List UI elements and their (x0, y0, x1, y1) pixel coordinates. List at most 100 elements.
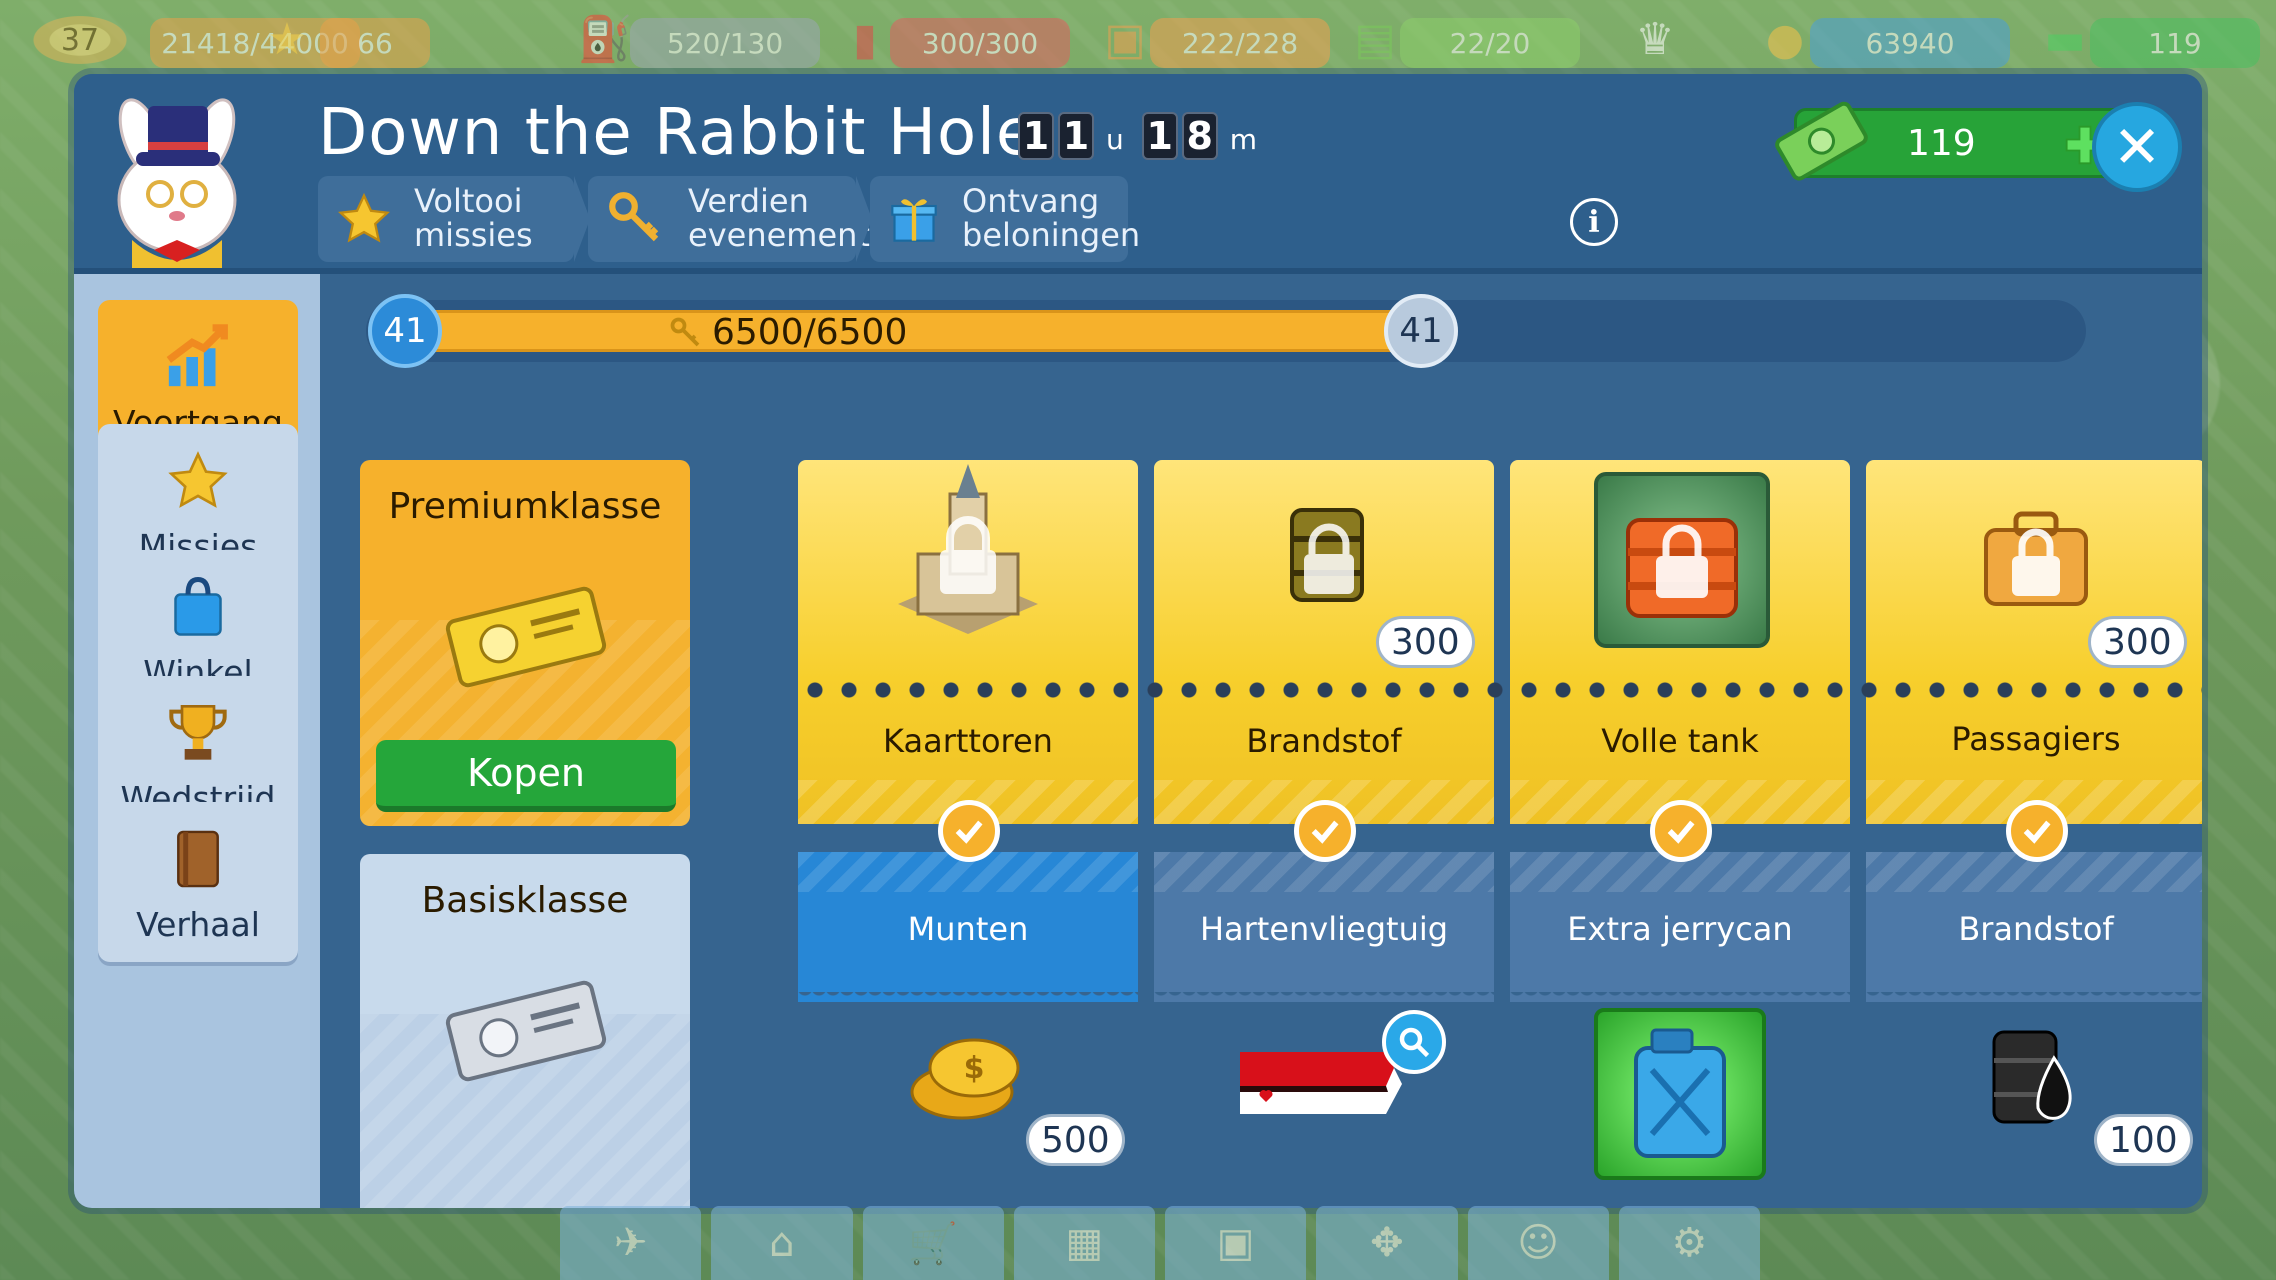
premium-reward-amount: 300 (1376, 616, 1475, 668)
basic-reward-tile[interactable]: Brandstof (1866, 852, 2202, 1002)
fuel-counter: 520/130 (630, 18, 820, 68)
stars-value: 66 (357, 26, 393, 60)
oil-drop-icon (1992, 1030, 2072, 1124)
key-icon (670, 317, 700, 346)
claimed-check-icon (938, 800, 1000, 862)
tab-earn-currency[interactable]: Verdien evenementvaluta (588, 176, 970, 262)
basic-reward-label: Brandstof (1958, 910, 2114, 948)
star-icon: ★ (267, 13, 307, 65)
buy-button[interactable]: Kopen (376, 740, 676, 812)
current-level-badge: 41 (368, 294, 442, 368)
basic-reward-tile[interactable]: Hartenvliegtuig (1154, 852, 1494, 1002)
premium-reward-tile[interactable]: 300 Passagiers (1866, 460, 2202, 824)
cash-value: 119 (1907, 122, 1976, 164)
tab-label: Ontvang beloningen (962, 182, 1141, 254)
progress-value: 6500/6500 (712, 312, 908, 353)
jerrycan-value: 300/300 (921, 26, 1039, 60)
dock-move-icon[interactable]: ✥ (1316, 1206, 1458, 1280)
timer-digit: 1 (1018, 112, 1054, 160)
trophy-icon (158, 693, 238, 773)
basic-reward-label: Munten (907, 910, 1029, 948)
nav-story[interactable]: Verhaal (98, 802, 298, 962)
control-tower-icon (898, 464, 1038, 634)
premium-title: Premiumklasse (388, 486, 662, 527)
basic-title: Basisklasse (421, 880, 629, 921)
crown-icon[interactable]: ♛ (1620, 4, 1690, 74)
claimed-check-icon (2006, 800, 2068, 862)
key-icon (606, 187, 666, 251)
info-icon[interactable]: i (1570, 198, 1618, 246)
gift-icon (888, 187, 940, 251)
nav-label: Verhaal (136, 905, 260, 944)
timer-digit: 1 (1141, 112, 1178, 160)
cargo-counter: 222/228 (1150, 18, 1330, 68)
claimed-check-icon (1294, 800, 1356, 862)
reward-column: 300 Passagiers Brandstof 100 (1866, 460, 2202, 1180)
cargo-value: 222/228 (1181, 26, 1299, 60)
timer-digit: 8 (1181, 112, 1218, 160)
stars-counter: 66 (320, 18, 430, 68)
tab-label-line1: Verdien (688, 182, 809, 221)
tab-receive-rewards[interactable]: Ontvang beloningen (870, 176, 1140, 262)
side-navigation: Voortgang Missies Winkel Wedstrijd Verha… (74, 274, 320, 1208)
level-value: 37 (60, 22, 100, 58)
premium-reward-label: Passagiers (1951, 720, 2121, 758)
dock-staff-icon[interactable]: ☺ (1467, 1206, 1609, 1280)
dock-crate-icon[interactable]: ▦ (1013, 1206, 1155, 1280)
event-steps: Voltooi missies Verdien evenementvaluta … (318, 176, 1140, 262)
magnifier-icon[interactable] (1382, 1010, 1446, 1074)
rabbit-mascot-icon (117, 98, 237, 270)
premium-reward-amount: 300 (2088, 616, 2187, 668)
event-title: Down the Rabbit Hole (318, 96, 1037, 170)
tab-complete-missions[interactable]: Voltooi missies (318, 176, 590, 262)
premium-reward-label: Volle tank (1601, 722, 1759, 760)
tab-label: Voltooi missies (414, 182, 533, 254)
basic-reward-amount: 100 (2094, 1114, 2193, 1166)
dock-settings-icon[interactable]: ⚙ (1618, 1206, 1760, 1280)
event-cash-counter[interactable]: 119 (1775, 101, 2124, 181)
cash-counter[interactable]: 119 (2090, 18, 2260, 68)
svg-text:$: $ (964, 1051, 985, 1086)
passenger-counter: 22/20 (1400, 18, 1580, 68)
event-timer: 1 1 u 1 8 m (1018, 112, 1271, 160)
coins-icon: $ (910, 1038, 1020, 1120)
reward-column: 300 Brandstof Hartenvliegtuig (1154, 460, 1494, 1180)
cash-stack-icon (1775, 101, 1868, 181)
premium-reward-label: Brandstof (1246, 722, 1402, 760)
bottom-dock: ✈ ⌂ 🛒 ▦ ▣ ✥ ☺ ⚙ (560, 1206, 1760, 1280)
claimed-check-icon (1650, 800, 1712, 862)
fuel-barrel-icon (1290, 508, 1364, 602)
dock-chest-icon[interactable]: ▣ (1165, 1206, 1307, 1280)
star-icon (158, 441, 238, 521)
basic-reward-item[interactable] (1154, 1010, 1494, 1180)
star-icon (336, 187, 392, 251)
reward-column: Volle tank Extra jerrycan (1510, 460, 1850, 1180)
premium-reward-tile[interactable]: Kaarttoren (798, 460, 1138, 824)
basic-reward-item[interactable] (1510, 1008, 1850, 1180)
progress-content: 6500/6500 41 41 Premiumklasse Kopen Basi… (320, 274, 2202, 1208)
basic-reward-item[interactable]: 100 (1866, 1010, 2202, 1180)
event-header: Down the Rabbit Hole 1 1 u 1 8 m Voltooi… (74, 74, 2202, 274)
basic-reward-tile[interactable]: Munten (798, 852, 1138, 1002)
shopping-bag-icon (158, 567, 238, 647)
dock-hangar-icon[interactable]: ⌂ (711, 1206, 853, 1280)
progress-chart-icon (158, 317, 238, 397)
dock-map-icon[interactable]: ✈ (560, 1206, 702, 1280)
timer-digit: 1 (1058, 112, 1094, 160)
timer-minutes-unit: m (1229, 123, 1258, 156)
resource-bar: 37 21418/44000 ★ 66 ⛽ 520/130 ▮ 300/300 … (0, 0, 2276, 80)
close-icon: ✕ (2112, 113, 2162, 181)
coins-counter[interactable]: 63940 (1810, 18, 2010, 68)
passenger-value: 22/20 (1449, 26, 1531, 60)
dock-shop-cart-icon[interactable]: 🛒 (862, 1206, 1004, 1280)
premium-reward-tile[interactable]: 300 Brandstof (1154, 460, 1494, 824)
close-button[interactable]: ✕ (2092, 102, 2182, 192)
premium-reward-label: Kaarttoren (883, 722, 1053, 760)
basic-reward-tile[interactable]: Extra jerrycan (1510, 852, 1850, 1002)
progress-label: 6500/6500 (668, 312, 907, 353)
coins-value: 63940 (1865, 26, 1955, 60)
reward-track[interactable]: Kaarttoren Munten $ 500 300 Brandstof Ha… (798, 460, 2202, 1180)
basic-reward-item[interactable]: $ 500 (798, 1010, 1138, 1180)
premium-class-card: Premiumklasse Kopen (360, 460, 690, 826)
premium-reward-tile[interactable]: Volle tank (1510, 460, 1850, 824)
